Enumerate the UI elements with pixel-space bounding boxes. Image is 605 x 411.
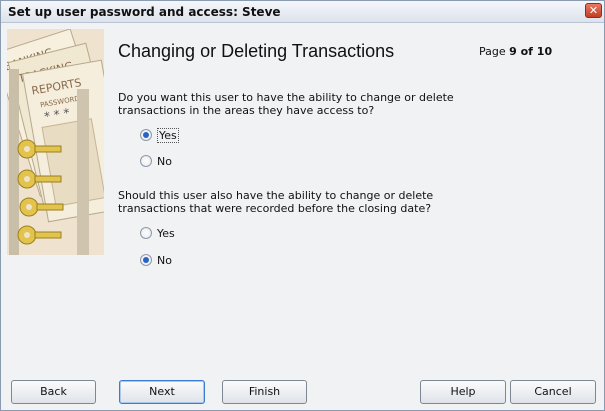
page-title: Changing or Deleting Transactions — [118, 41, 395, 61]
page-label: Page — [479, 45, 506, 58]
q2-option-yes[interactable]: Yes — [140, 226, 175, 240]
page-indicator: Page 9 of 10 — [479, 45, 552, 58]
radio-unselected-icon[interactable] — [140, 227, 152, 239]
question-closing-date: Should this user also have the ability t… — [118, 189, 434, 215]
radio-unselected-icon[interactable] — [140, 155, 152, 167]
button-bar: Back Next Finish Help Cancel — [1, 362, 604, 410]
q1-option-no[interactable]: No — [140, 154, 172, 168]
passwords-illustration: BANKING TRACKING REPORTS PASSWORD * * * — [7, 29, 104, 255]
illustration-graphic: BANKING TRACKING REPORTS PASSWORD * * * — [7, 29, 104, 255]
close-button[interactable]: ✕ — [585, 3, 602, 18]
q1-no-label[interactable]: No — [157, 155, 172, 168]
radio-selected-icon[interactable] — [140, 129, 152, 141]
close-icon: ✕ — [588, 4, 599, 17]
finish-button[interactable]: Finish — [222, 380, 307, 404]
q1-option-yes[interactable]: Yes — [140, 127, 179, 143]
q2-option-no[interactable]: No — [140, 253, 172, 267]
q2-no-label[interactable]: No — [157, 254, 172, 267]
title-bar[interactable]: Set up user password and access: Steve ✕ — [1, 1, 604, 23]
question-edit-transactions: Do you want this user to have the abilit… — [118, 91, 454, 117]
q2-yes-label[interactable]: Yes — [157, 227, 175, 240]
page-number: 9 of 10 — [509, 45, 553, 58]
radio-selected-icon[interactable] — [140, 254, 152, 266]
cancel-button[interactable]: Cancel — [510, 380, 596, 404]
window-title: Set up user password and access: Steve — [8, 5, 281, 19]
next-button[interactable]: Next — [119, 380, 205, 404]
dialog-window: Set up user password and access: Steve ✕… — [0, 0, 605, 411]
q1-yes-label[interactable]: Yes — [157, 127, 179, 143]
back-button[interactable]: Back — [11, 380, 96, 404]
help-button[interactable]: Help — [420, 380, 506, 404]
